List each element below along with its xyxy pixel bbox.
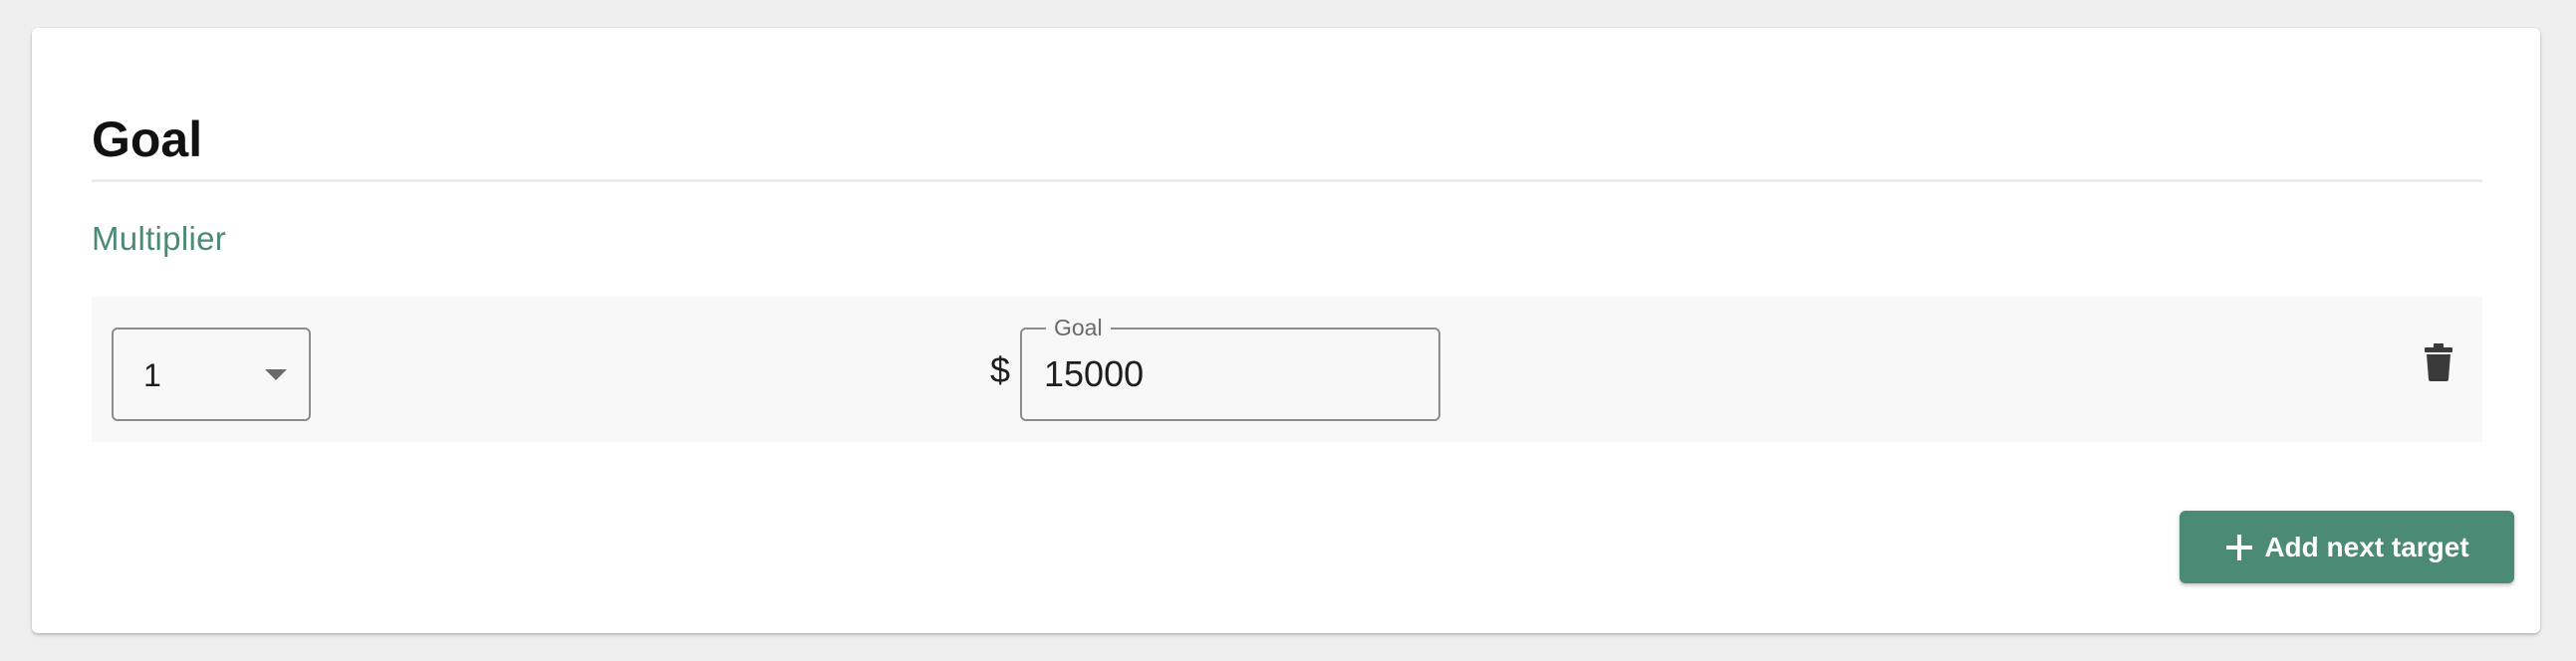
target-row: 1 $ Goal bbox=[92, 297, 2482, 442]
title-divider bbox=[92, 179, 2482, 182]
currency-symbol: $ bbox=[990, 349, 1011, 390]
page-title: Goal bbox=[92, 111, 203, 167]
goal-field[interactable]: Goal bbox=[1020, 315, 1440, 421]
section-label-multiplier: Multiplier bbox=[92, 220, 227, 257]
plus-icon bbox=[2226, 534, 2253, 560]
multiplier-select-value: 1 bbox=[143, 357, 161, 393]
goal-input[interactable] bbox=[1044, 351, 1403, 397]
multiplier-select[interactable]: 1 bbox=[112, 328, 311, 421]
goal-card: Goal Multiplier 1 $ Goal Add next target bbox=[32, 28, 2540, 633]
trash-icon[interactable] bbox=[2423, 342, 2454, 382]
goal-field-label: Goal bbox=[1046, 315, 1111, 340]
add-next-target-button[interactable]: Add next target bbox=[2180, 511, 2514, 583]
add-next-target-label: Add next target bbox=[2264, 531, 2469, 562]
caret-down-icon bbox=[265, 369, 287, 380]
